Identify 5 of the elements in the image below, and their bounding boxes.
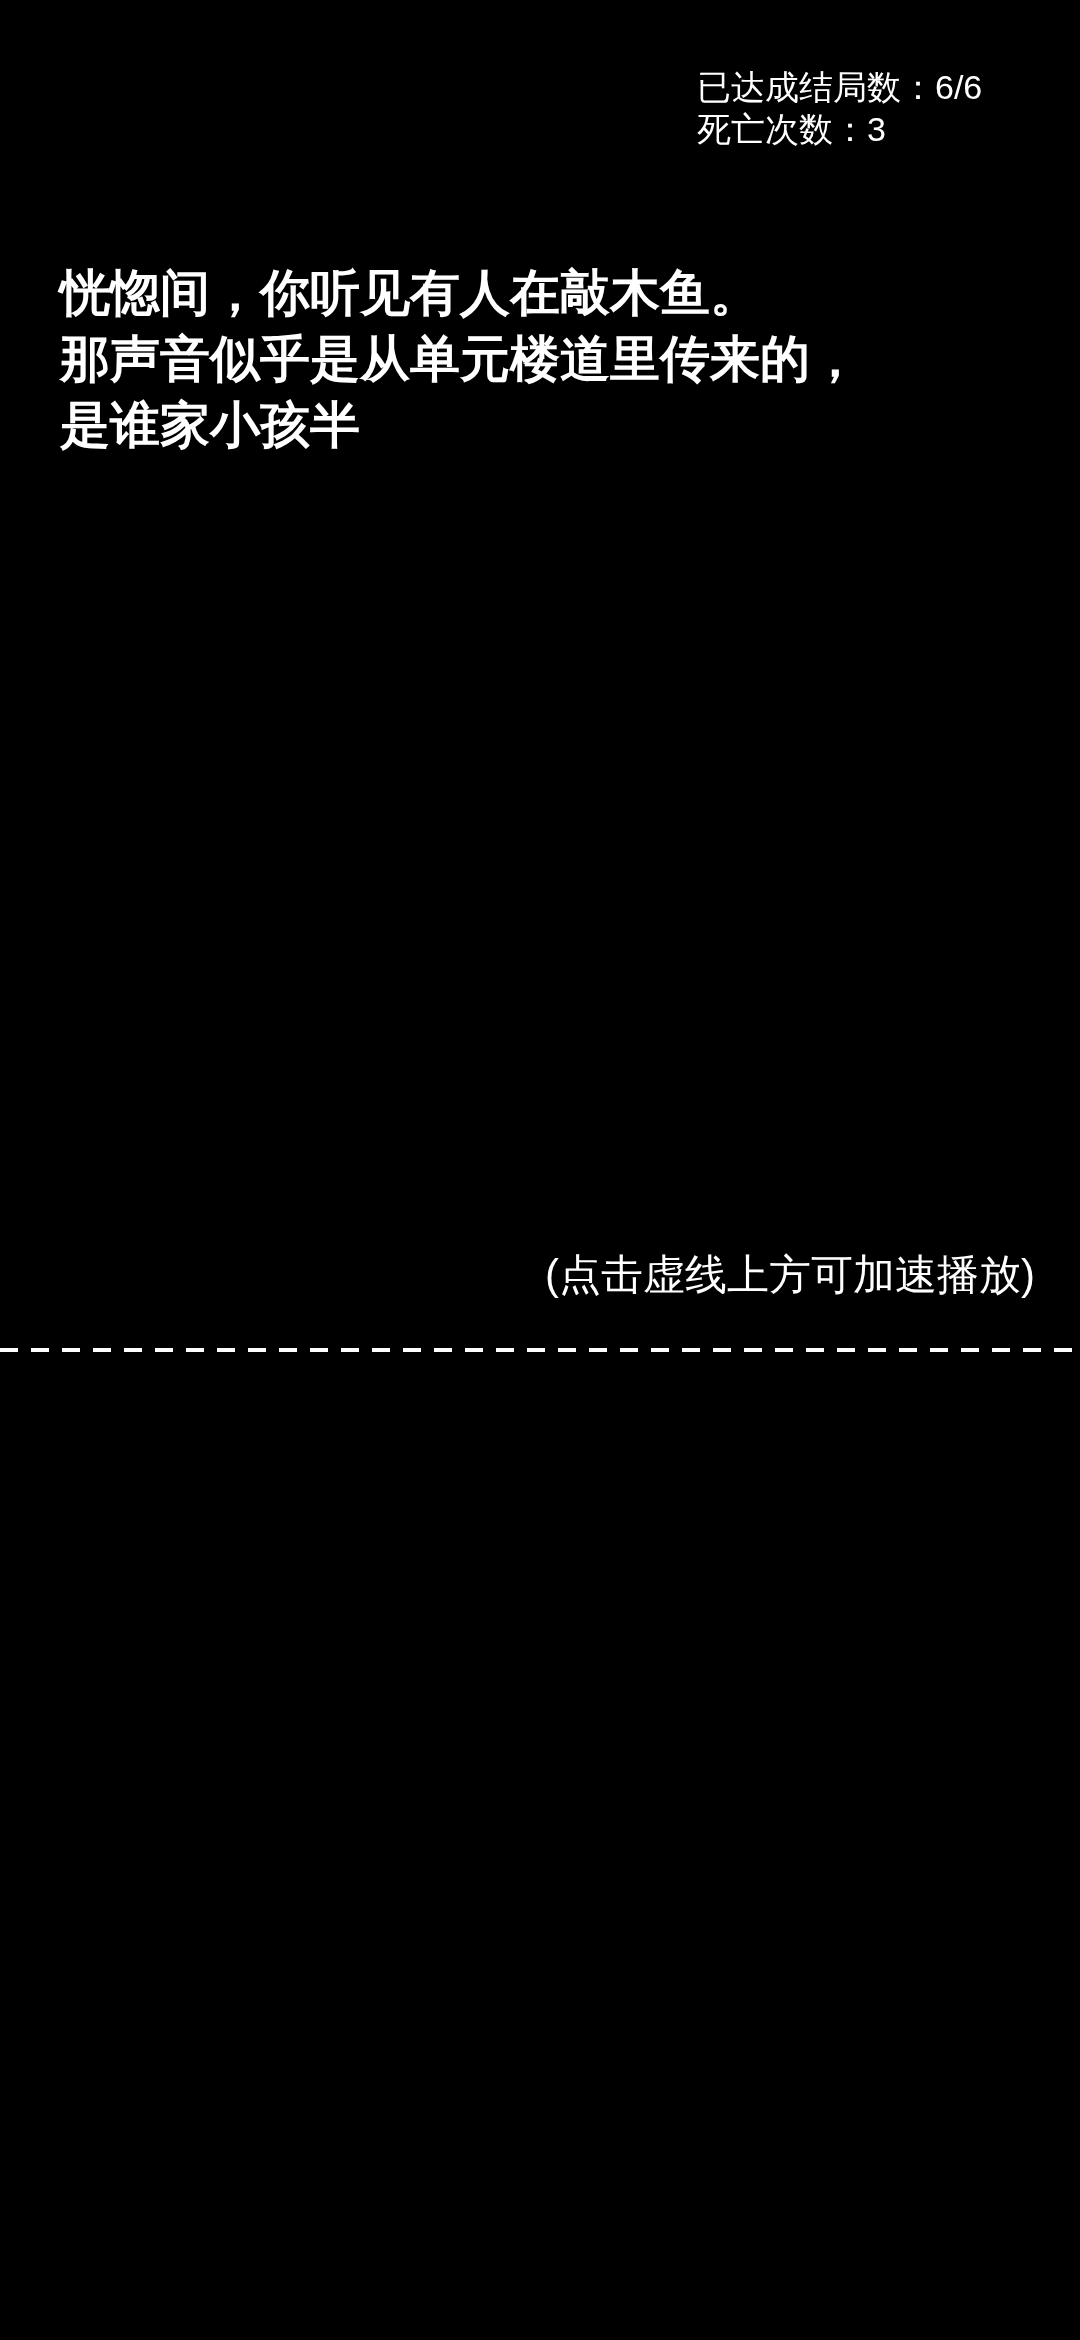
stat-text: 已达成结局数：6/6 [697, 67, 983, 108]
story-text: 是谁家小孩半 [60, 396, 360, 455]
speed-up-hint: (点击虚线上方可加速播放) [545, 1250, 1035, 1300]
story-text: 那声音似乎是从单元楼道里传来的， [60, 330, 860, 389]
stat-text: 死亡次数：3 [697, 109, 886, 150]
